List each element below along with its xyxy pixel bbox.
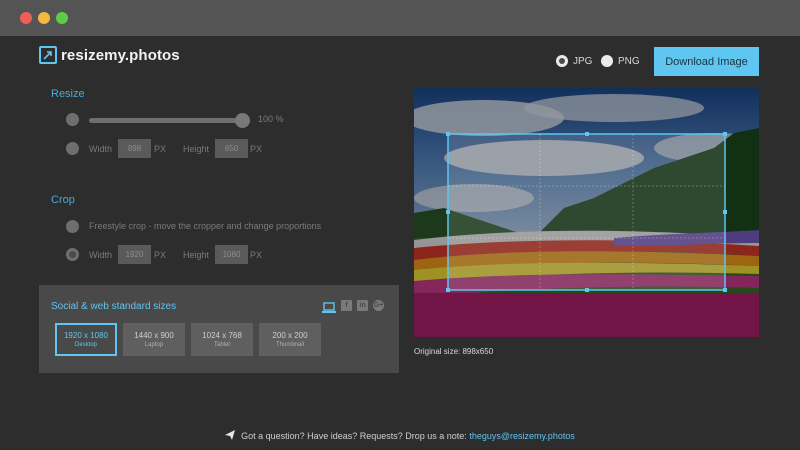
crop-height-label: Height	[183, 250, 210, 260]
crop-height-input[interactable]: 1080	[215, 245, 248, 264]
size-name: Thumbnail	[275, 342, 304, 348]
size-tablet-button[interactable]: 1024 x 768 Tablet	[191, 323, 253, 356]
minimize-window-button[interactable]	[38, 12, 50, 24]
resize-slider-track[interactable]	[89, 118, 244, 123]
resize-slider-handle[interactable]	[235, 113, 250, 128]
resize-height-input[interactable]: 650	[215, 139, 248, 158]
crop-dimensions-radio[interactable]	[66, 248, 79, 261]
facebook-icon[interactable]: f	[341, 300, 352, 311]
freestyle-crop-radio[interactable]	[66, 220, 79, 233]
resize-section-title: Resize	[51, 88, 85, 100]
social-sizes-title: Social & web standard sizes	[51, 301, 177, 312]
size-dimensions: 1920 x 1080	[63, 331, 109, 340]
size-dimensions: 1440 x 900	[134, 331, 174, 340]
footer-text: Got a question? Have ideas? Requests? Dr…	[241, 431, 467, 441]
original-size-label: Original size: 898x650	[414, 347, 494, 356]
size-dimensions: 200 x 200	[272, 331, 308, 340]
maximize-window-button[interactable]	[56, 12, 68, 24]
paper-plane-icon	[225, 430, 236, 442]
social-sizes-panel: Social & web standard sizes f in G+ 1920…	[39, 285, 399, 373]
format-jpg-option[interactable]: JPG	[556, 55, 592, 67]
resize-width-input[interactable]: 898	[118, 139, 151, 158]
jpg-radio[interactable]	[556, 55, 568, 67]
crop-width-label: Width	[89, 250, 113, 260]
size-dimensions: 1024 x 768	[202, 331, 242, 340]
crop-width-unit: PX	[154, 250, 167, 260]
contact-email-link[interactable]: theguys@resizemy.photos	[469, 431, 575, 441]
png-radio[interactable]	[601, 55, 613, 67]
jpg-label: JPG	[573, 55, 593, 67]
resize-dimensions-radio[interactable]	[66, 142, 79, 155]
laptop-icon[interactable]	[322, 300, 336, 313]
resize-width-label: Width	[89, 144, 113, 154]
google-plus-icon[interactable]: G+	[373, 300, 384, 311]
format-png-option[interactable]: PNG	[601, 55, 640, 67]
resize-percent-radio[interactable]	[66, 113, 79, 126]
freestyle-crop-label: Freestyle crop - move the cropper and ch…	[89, 221, 322, 231]
size-laptop-button[interactable]: 1440 x 900 Laptop	[123, 323, 185, 356]
resize-width-unit: PX	[154, 144, 167, 154]
footer: Got a question? Have ideas? Requests? Dr…	[0, 430, 800, 442]
crop-width-input[interactable]: 1920	[118, 245, 151, 264]
window-titlebar	[0, 0, 800, 36]
preview-image	[414, 88, 759, 337]
size-name: Desktop	[74, 342, 97, 348]
png-label: PNG	[618, 55, 640, 67]
crop-section-title: Crop	[51, 194, 75, 206]
app-name: resizemy.photos	[61, 46, 180, 64]
size-thumbnail-button[interactable]: 200 x 200 Thumbnail	[259, 323, 321, 356]
app-logo[interactable]: resizemy.photos	[39, 46, 180, 64]
resize-height-label: Height	[183, 144, 210, 154]
crop-height-unit: PX	[250, 250, 263, 260]
resize-logo-icon	[39, 46, 57, 64]
resize-height-unit: PX	[250, 144, 263, 154]
download-image-button[interactable]: Download Image	[654, 47, 759, 76]
size-name: Laptop	[144, 342, 164, 348]
image-preview[interactable]	[414, 88, 759, 337]
close-window-button[interactable]	[20, 12, 32, 24]
linkedin-icon[interactable]: in	[357, 300, 368, 311]
resize-percent-value: 100 %	[258, 114, 284, 124]
size-name: Tablet	[213, 342, 230, 348]
size-desktop-button[interactable]: 1920 x 1080 Desktop	[55, 323, 117, 356]
